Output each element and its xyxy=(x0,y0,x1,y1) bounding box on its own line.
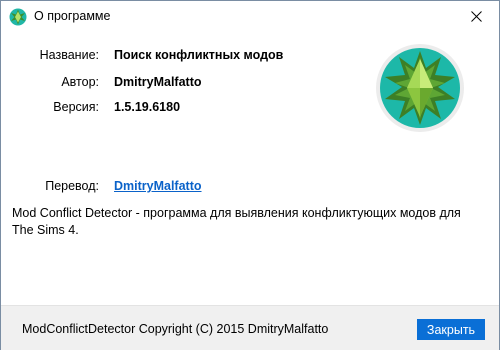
title-bar: О программе xyxy=(1,1,499,32)
translation-label: Перевод: xyxy=(45,179,99,193)
author-label: Автор: xyxy=(61,75,99,89)
program-description: Mod Conflict Detector - программа для вы… xyxy=(12,206,461,237)
close-icon xyxy=(470,11,482,22)
name-label: Название: xyxy=(39,48,99,62)
copyright-text: ModConflictDetector Copyright (C) 2015 D… xyxy=(22,322,329,336)
translator-link[interactable]: DmitryMalfatto xyxy=(114,179,202,193)
close-button[interactable]: Закрыть xyxy=(417,319,485,340)
sims-plumbob-icon xyxy=(9,8,27,26)
author-value: DmitryMalfatto xyxy=(114,75,202,89)
about-dialog: О программе Название: Поиск конфликтных … xyxy=(0,0,500,350)
window-title: О программе xyxy=(34,9,111,23)
name-value: Поиск конфликтных модов xyxy=(114,48,284,62)
version-label: Версия: xyxy=(53,100,99,114)
sims-logo xyxy=(375,43,465,133)
version-value: 1.5.19.6180 xyxy=(114,100,181,114)
footer-bar: ModConflictDetector Copyright (C) 2015 D… xyxy=(1,305,499,350)
window-close-button[interactable] xyxy=(453,1,499,32)
